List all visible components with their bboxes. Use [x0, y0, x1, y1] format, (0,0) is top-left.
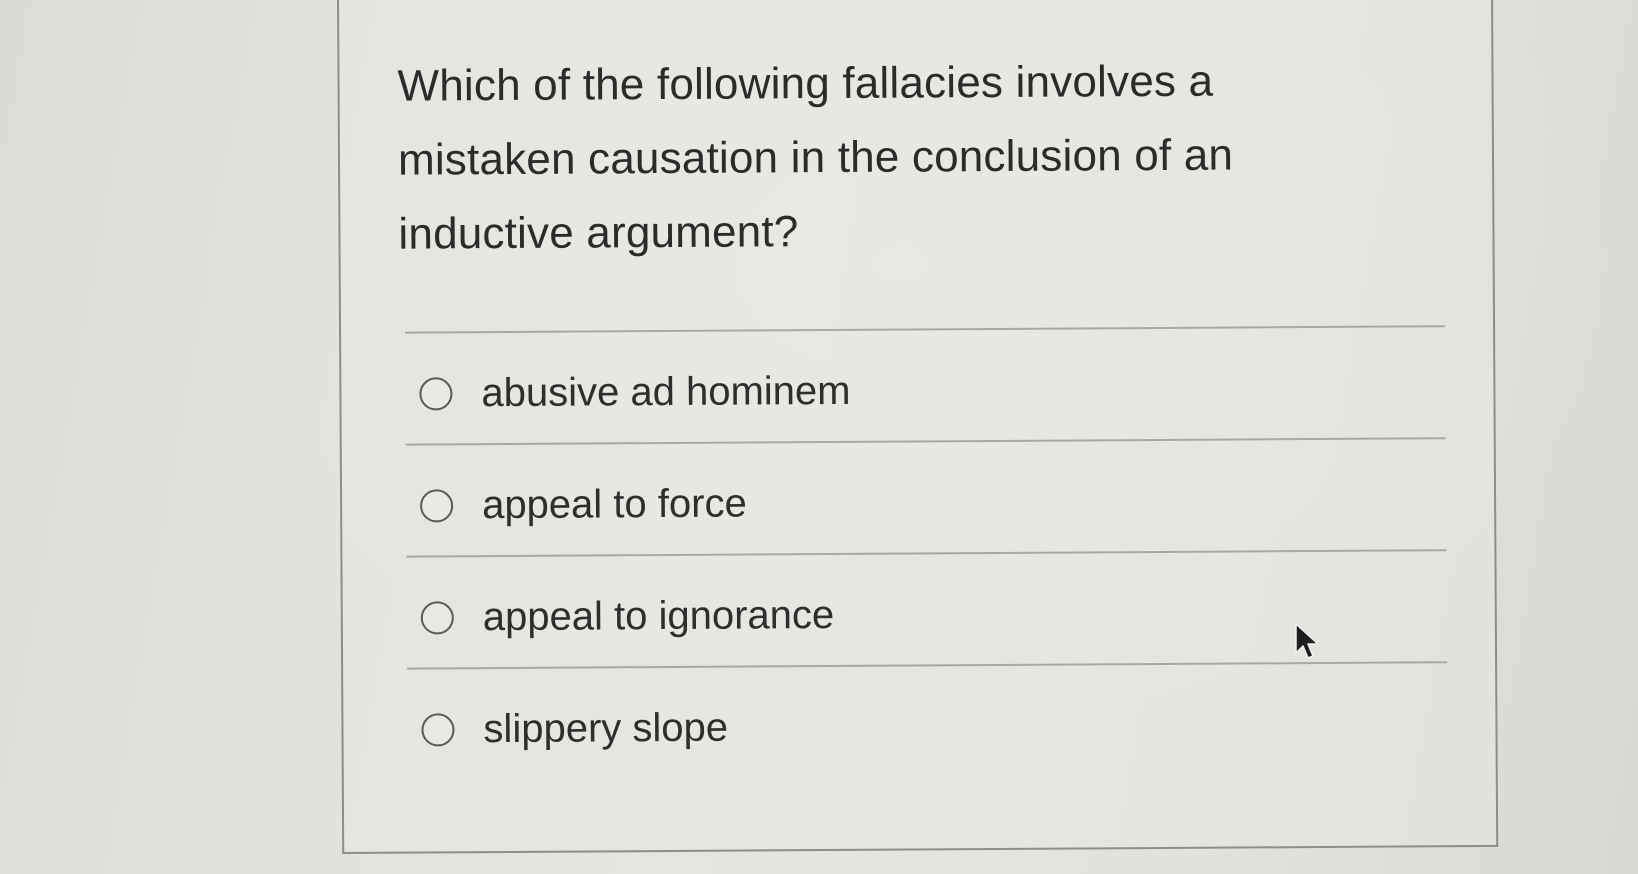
radio-button-icon[interactable]: [421, 712, 455, 746]
divider: [405, 325, 1446, 334]
option-label: appeal to ignorance: [482, 592, 835, 639]
mouse-pointer-icon: [1295, 623, 1319, 659]
option-abusive-ad-hominem[interactable]: abusive ad hominem: [419, 363, 851, 422]
radio-button-icon[interactable]: [420, 488, 454, 523]
option-appeal-to-ignorance[interactable]: appeal to ignorance: [420, 587, 835, 646]
option-label: slippery slope: [483, 705, 729, 751]
divider: [405, 437, 1446, 446]
option-appeal-to-force[interactable]: appeal to force: [420, 476, 747, 534]
radio-button-icon[interactable]: [420, 600, 454, 634]
question-card: Which of the following fallacies involve…: [337, 0, 1499, 854]
question-text: Which of the following fallacies involve…: [397, 56, 1234, 259]
radio-button-icon[interactable]: [419, 376, 453, 411]
option-label: appeal to force: [481, 481, 747, 527]
option-slippery-slope[interactable]: slippery slope: [421, 700, 728, 758]
option-label: abusive ad hominem: [481, 368, 851, 415]
divider: [406, 549, 1447, 558]
divider: [407, 661, 1448, 670]
